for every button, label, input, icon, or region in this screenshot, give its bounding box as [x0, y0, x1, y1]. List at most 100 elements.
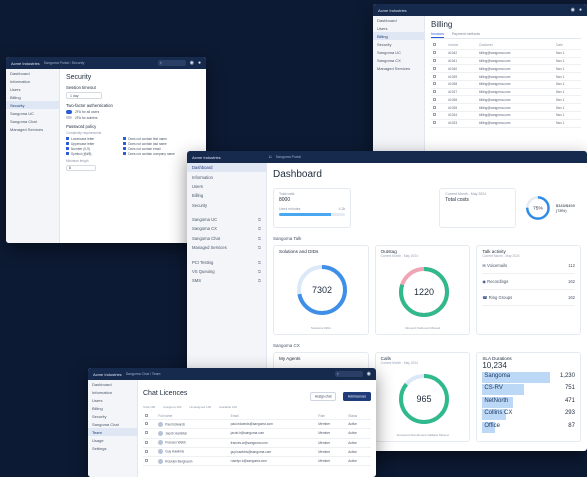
sidebar-item[interactable]: Users — [88, 396, 137, 404]
table-row[interactable]: #1038 billing@sangoma.com Nov 1 — [431, 80, 581, 89]
sidebar-item[interactable]: Team — [88, 428, 137, 436]
search-input[interactable]: ⚲ — [157, 60, 186, 66]
bell-icon[interactable]: ◉ — [571, 7, 575, 13]
sidebar-item[interactable]: Users — [373, 24, 424, 32]
session-select[interactable]: 1 day — [66, 92, 102, 99]
sidebar-item[interactable]: Information — [187, 172, 266, 181]
sidebar-item[interactable]: Sangoma UC ⧉ — [187, 215, 266, 224]
table-row[interactable]: Guy Hawkins guy.hawkins@sangoma.com Member… — [143, 447, 371, 457]
twofa-admin-toggle[interactable] — [66, 115, 72, 120]
checkbox[interactable] — [433, 105, 436, 109]
user-icon[interactable]: ● — [579, 7, 582, 13]
pw-rule[interactable]: Does not contain first name — [123, 137, 200, 141]
sidebar-item[interactable]: Managed Services — [373, 64, 424, 72]
sidebar-item[interactable]: Settings — [88, 444, 137, 452]
table-row[interactable]: #1037 billing@sangoma.com Nov 1 — [431, 88, 581, 97]
sidebar-item[interactable]: Sangoma UC — [373, 48, 424, 56]
bell-icon[interactable]: ◉ — [190, 60, 194, 66]
checkbox[interactable] — [145, 422, 148, 426]
table-row[interactable]: Jacob Hamilton jacob.h@sangoma.com Member A… — [143, 428, 371, 439]
checkbox[interactable] — [145, 431, 148, 435]
checkbox[interactable] — [433, 43, 436, 47]
checkbox-checked-icon[interactable] — [123, 152, 127, 155]
pw-rule[interactable]: Uppercase letter — [66, 142, 117, 146]
checkbox[interactable] — [433, 74, 436, 78]
table-row[interactable]: #1039 billing@sangoma.com Nov 1 — [431, 72, 581, 81]
table-row[interactable]: #1035 billing@sangoma.com Nov 1 — [431, 103, 581, 113]
table-row[interactable]: #1034 billing@sangoma.com Nov 1 — [431, 111, 581, 120]
sidebar-item[interactable]: Sangoma Chat — [6, 117, 59, 125]
sidebar-item[interactable]: Information — [6, 77, 59, 85]
bell-icon[interactable]: ◉ — [367, 371, 371, 377]
checkbox[interactable] — [433, 66, 436, 70]
checkbox[interactable] — [145, 413, 148, 417]
sidebar-item[interactable]: Billing — [6, 93, 59, 101]
sidebar-item[interactable]: Security — [373, 40, 424, 48]
twofa-all-toggle[interactable] — [66, 110, 72, 114]
checkbox[interactable] — [433, 90, 436, 94]
minlen-input[interactable]: 8 — [66, 164, 96, 171]
sidebar-item[interactable]: Information — [88, 388, 137, 396]
checkbox-checked-icon[interactable] — [66, 142, 69, 145]
table-row[interactable]: Frances Webb frances.w@sangoma.com Member A… — [143, 438, 371, 448]
sidebar-item[interactable]: Managed Services ⧉ — [187, 243, 266, 252]
table-row[interactable]: #1042 billing@sangoma.com Nov 1 — [431, 49, 581, 58]
sidebar-item[interactable]: Dashboard — [88, 380, 137, 388]
sidebar-item[interactable]: Sangoma UC — [6, 109, 59, 117]
checkbox[interactable] — [145, 449, 148, 453]
checkbox[interactable] — [433, 51, 436, 55]
checkbox-checked-icon[interactable] — [123, 147, 127, 150]
sidebar-item[interactable]: Security — [187, 201, 266, 210]
add-licences-button[interactable]: Add licences — [342, 391, 371, 401]
checkbox-checked-icon[interactable] — [123, 137, 127, 140]
activity-rows: ✉ Voicemails 112 ◉ Recordings 162 ☎ Ring Gro… — [482, 258, 575, 306]
checkbox[interactable] — [145, 440, 148, 444]
checkbox[interactable] — [433, 113, 436, 117]
sidebar-item[interactable]: SMS ⧉ — [187, 276, 266, 285]
table-row[interactable]: #1041 billing@sangoma.com Nov 1 — [431, 57, 581, 66]
sidebar-item[interactable]: Usage — [88, 436, 137, 444]
sidebar-item[interactable]: Security — [6, 101, 59, 109]
sidebar-item[interactable]: PCI Testing ⧉ — [187, 257, 266, 266]
sidebar-item[interactable]: Users — [6, 85, 59, 93]
search-input[interactable]: ⚲ — [334, 371, 363, 377]
pw-rule[interactable]: Lowercase letter — [66, 137, 117, 141]
sidebar-item[interactable]: Dashboard — [373, 16, 424, 24]
table-row[interactable]: Roselyn Bergnaum roselyn.b@sangoma.com Mem… — [143, 456, 371, 467]
pw-rule[interactable]: Number (0-9) — [66, 147, 117, 151]
tab-payment-methods[interactable]: Payment methods — [452, 31, 480, 38]
sidebar-item[interactable]: Sangoma CX — [373, 56, 424, 64]
pw-rule[interactable]: Symbol (@#$) — [66, 152, 117, 156]
table-row[interactable]: Paul Edwards paul.edwards@sangoma.com Memb… — [143, 419, 371, 430]
sidebar-item[interactable]: Managed Services — [6, 125, 59, 133]
sidebar-item[interactable]: Security — [88, 412, 137, 420]
sidebar-item[interactable]: VS Queuing ⧉ — [187, 267, 266, 276]
pw-rule[interactable]: Does not contain last name — [123, 142, 200, 146]
checkbox[interactable] — [433, 97, 436, 101]
checkbox-checked-icon[interactable] — [66, 152, 69, 155]
sidebar-item[interactable]: Dashboard — [187, 163, 266, 173]
sidebar-item[interactable]: Billing — [373, 32, 424, 40]
sidebar-item[interactable]: Sangoma Chat — [88, 420, 137, 428]
sidebar-item[interactable]: Sangoma Chat ⧉ — [187, 234, 266, 243]
home-icon[interactable]: ⌂ — [269, 154, 272, 160]
tab-invoices[interactable]: Invoices — [431, 31, 444, 38]
assign-chat-button[interactable]: Assign chat — [309, 391, 337, 401]
sidebar-item[interactable]: Billing — [88, 404, 137, 412]
sidebar-item[interactable]: Users — [187, 182, 266, 191]
table-row[interactable]: #1033 billing@sangoma.com Nov 1 — [431, 119, 581, 128]
checkbox-checked-icon[interactable] — [66, 147, 69, 150]
checkbox-checked-icon[interactable] — [123, 142, 127, 145]
checkbox[interactable] — [145, 459, 148, 463]
checkbox[interactable] — [433, 58, 436, 62]
user-icon[interactable]: ● — [198, 60, 201, 66]
checkbox[interactable] — [433, 82, 436, 86]
sidebar-item[interactable]: Billing — [187, 191, 266, 200]
pw-rule[interactable]: Does not contain email — [123, 147, 200, 151]
table-row[interactable]: #1040 billing@sangoma.com Nov 1 — [431, 64, 581, 74]
sidebar-item[interactable]: Dashboard — [6, 69, 59, 77]
checkbox-checked-icon[interactable] — [66, 137, 69, 140]
checkbox[interactable] — [433, 121, 436, 125]
table-row[interactable]: #1036 billing@sangoma.com Nov 1 — [431, 95, 581, 105]
sidebar-item[interactable]: Sangoma CX ⧉ — [187, 224, 266, 233]
